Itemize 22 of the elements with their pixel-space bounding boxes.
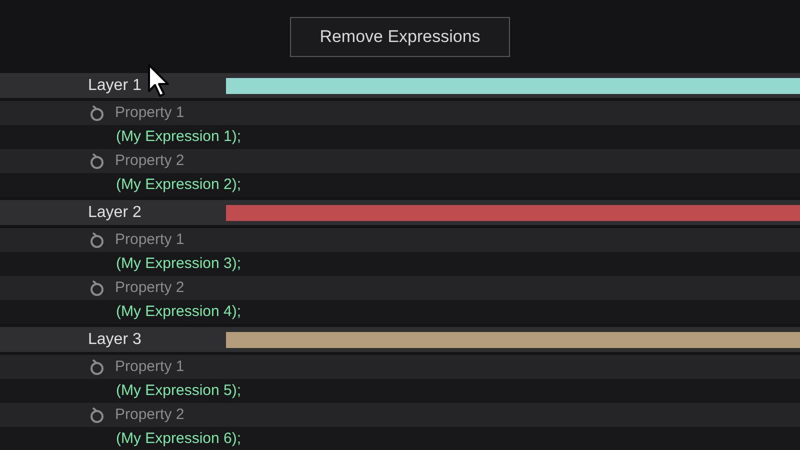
stopwatch-icon	[89, 231, 105, 249]
remove-expressions-button[interactable]: Remove Expressions	[290, 16, 510, 56]
stopwatch-icon	[89, 104, 105, 122]
expression-text: (My Expression 1);	[116, 126, 242, 147]
expression-text: (My Expression 3);	[116, 254, 242, 274]
expression-text: (My Expression 5);	[116, 380, 242, 401]
stopwatch-icon	[89, 152, 105, 170]
stopwatch-icon	[89, 406, 105, 424]
property-name: Property 1	[115, 230, 184, 250]
expression-text: (My Expression 4);	[116, 302, 242, 322]
stopwatch-icon	[89, 279, 105, 297]
layer-name: Layer 3	[88, 330, 142, 350]
expression-text: (My Expression 2);	[116, 174, 242, 195]
property-name: Property 1	[115, 356, 184, 377]
expression-text: (My Expression 6);	[116, 428, 242, 449]
layer-name: Layer 2	[88, 202, 142, 222]
property-name: Property 2	[115, 278, 184, 298]
property-name: Property 2	[115, 150, 184, 171]
property-name: Property 2	[115, 404, 184, 425]
property-name: Property 1	[115, 102, 184, 123]
layer-name: Layer 1	[88, 76, 142, 96]
stopwatch-icon	[89, 358, 105, 376]
